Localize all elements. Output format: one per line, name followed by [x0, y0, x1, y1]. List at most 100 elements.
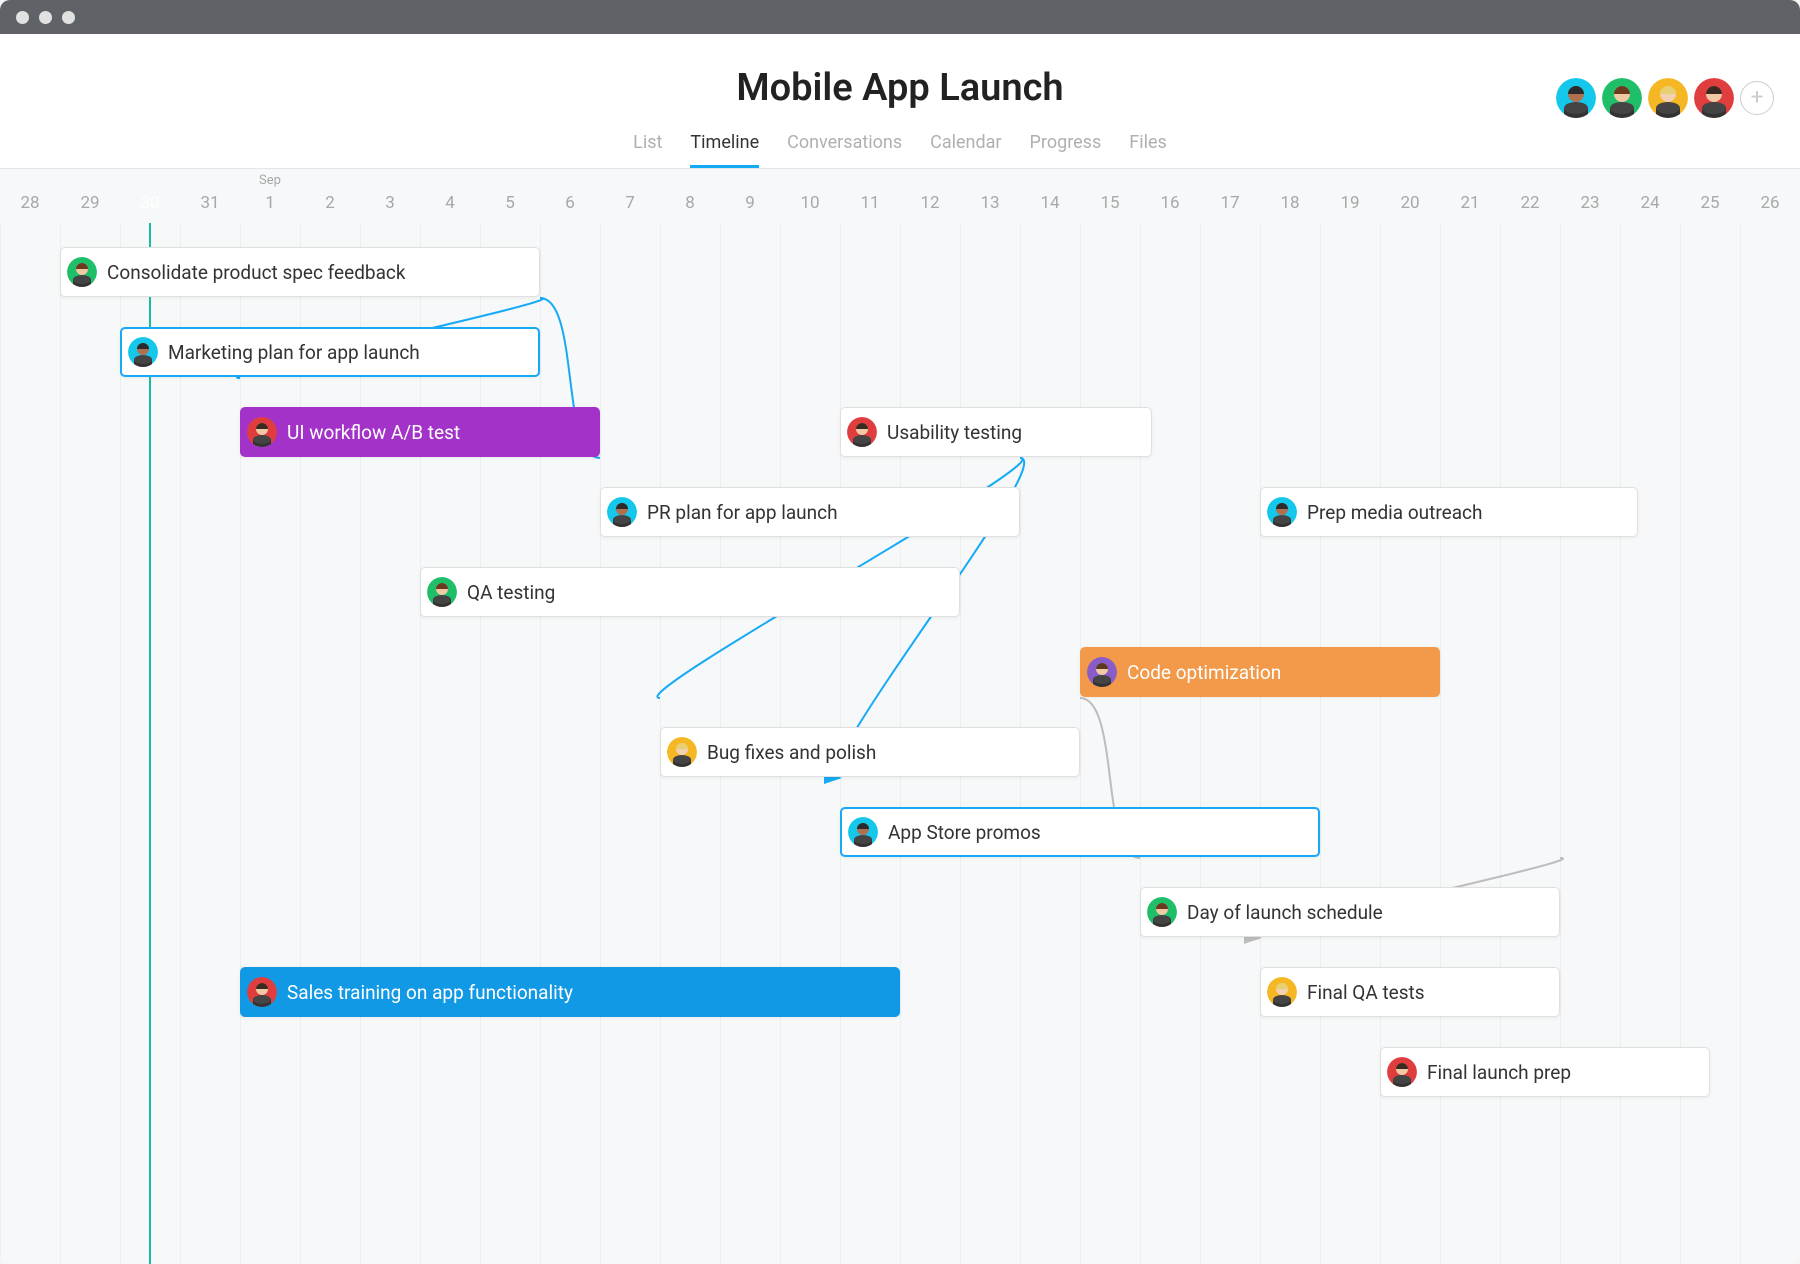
date-number: 26	[1760, 193, 1779, 213]
task-label: Marketing plan for app launch	[168, 341, 420, 364]
task-card[interactable]: Usability testing	[840, 407, 1152, 457]
task-label: QA testing	[467, 581, 555, 604]
date-number: 14	[1040, 193, 1059, 213]
date-number: 23	[1580, 193, 1599, 213]
project-members: +	[1556, 78, 1774, 118]
date-number: 13	[980, 193, 999, 213]
tab-progress[interactable]: Progress	[1030, 132, 1102, 168]
window-maximize-icon[interactable]	[62, 11, 75, 24]
date-number: 22	[1520, 193, 1539, 213]
date-number: 11	[860, 193, 879, 213]
date-column: 8	[660, 169, 720, 223]
date-number: 16	[1160, 193, 1179, 213]
member-avatar[interactable]	[1602, 78, 1642, 118]
assignee-avatar	[667, 737, 697, 767]
task-card[interactable]: Marketing plan for app launch	[120, 327, 540, 377]
date-column: 30	[120, 169, 180, 223]
date-column: 10	[780, 169, 840, 223]
date-number: 9	[745, 193, 755, 213]
date-number: 29	[80, 193, 99, 213]
date-number: 3	[385, 193, 395, 213]
task-card[interactable]: Day of launch schedule	[1140, 887, 1560, 937]
date-column: 16	[1140, 169, 1200, 223]
date-number: 1	[265, 193, 275, 213]
tab-files[interactable]: Files	[1129, 132, 1167, 168]
date-column: 14	[1020, 169, 1080, 223]
date-column: 15	[1080, 169, 1140, 223]
tab-conversations[interactable]: Conversations	[787, 132, 902, 168]
date-number: 18	[1280, 193, 1299, 213]
task-card[interactable]: Final QA tests	[1260, 967, 1560, 1017]
task-card[interactable]: Code optimization	[1080, 647, 1440, 697]
date-number: 6	[565, 193, 575, 213]
window-minimize-icon[interactable]	[39, 11, 52, 24]
date-column: 31	[180, 169, 240, 223]
task-label: Final QA tests	[1307, 981, 1425, 1004]
date-number: 30	[140, 193, 159, 213]
date-number: 10	[800, 193, 819, 213]
member-avatar[interactable]	[1556, 78, 1596, 118]
timeline-date-header: 28293031Sep12345678910111213141516171819…	[0, 169, 1800, 223]
timeline-view[interactable]: 28293031Sep12345678910111213141516171819…	[0, 169, 1800, 1264]
date-column: 4	[420, 169, 480, 223]
project-title: Mobile App Launch	[0, 66, 1800, 110]
date-number: 5	[505, 193, 515, 213]
task-label: PR plan for app launch	[647, 501, 838, 524]
date-column: 18	[1260, 169, 1320, 223]
assignee-avatar	[247, 977, 277, 1007]
task-card[interactable]: QA testing	[420, 567, 960, 617]
window-close-icon[interactable]	[16, 11, 29, 24]
date-column: 2	[300, 169, 360, 223]
view-tabs: List Timeline Conversations Calendar Progres…	[0, 132, 1800, 168]
task-label: App Store promos	[888, 821, 1041, 844]
date-number: 7	[625, 193, 635, 213]
date-column: 17	[1200, 169, 1260, 223]
task-card[interactable]: UI workflow A/B test	[240, 407, 600, 457]
date-column: 26	[1740, 169, 1800, 223]
task-label: Sales training on app functionality	[287, 981, 573, 1004]
date-column: 11	[840, 169, 900, 223]
task-card[interactable]: Sales training on app functionality	[240, 967, 900, 1017]
date-column: 25	[1680, 169, 1740, 223]
task-card[interactable]: Bug fixes and polish	[660, 727, 1080, 777]
task-card[interactable]: Final launch prep	[1380, 1047, 1710, 1097]
tab-timeline[interactable]: Timeline	[690, 132, 759, 168]
timeline-tasks: Consolidate product spec feedback Marketi…	[0, 223, 1800, 1264]
date-column: 20	[1380, 169, 1440, 223]
date-number: 20	[1400, 193, 1419, 213]
date-number: 12	[920, 193, 939, 213]
date-number: 31	[200, 193, 219, 213]
date-column: 13	[960, 169, 1020, 223]
assignee-avatar	[607, 497, 637, 527]
app-window: Mobile App Launch + List Timeline Conversa…	[0, 0, 1800, 1264]
task-label: Bug fixes and polish	[707, 741, 876, 764]
task-card[interactable]: Consolidate product spec feedback	[60, 247, 540, 297]
date-column: 3	[360, 169, 420, 223]
task-label: Consolidate product spec feedback	[107, 261, 406, 284]
date-number: 24	[1640, 193, 1659, 213]
assignee-avatar	[1387, 1057, 1417, 1087]
tab-calendar[interactable]: Calendar	[930, 132, 1001, 168]
date-column: 21	[1440, 169, 1500, 223]
date-number: 17	[1220, 193, 1239, 213]
month-label: Sep	[259, 173, 281, 188]
date-column: 5	[480, 169, 540, 223]
task-label: Usability testing	[887, 421, 1022, 444]
assignee-avatar	[848, 817, 878, 847]
project-header: Mobile App Launch + List Timeline Conversa…	[0, 34, 1800, 169]
assignee-avatar	[67, 257, 97, 287]
assignee-avatar	[128, 337, 158, 367]
task-card[interactable]: App Store promos	[840, 807, 1320, 857]
task-card[interactable]: Prep media outreach	[1260, 487, 1638, 537]
assignee-avatar	[1147, 897, 1177, 927]
member-avatar[interactable]	[1648, 78, 1688, 118]
task-label: UI workflow A/B test	[287, 421, 460, 444]
member-avatar[interactable]	[1694, 78, 1734, 118]
assignee-avatar	[427, 577, 457, 607]
add-member-button[interactable]: +	[1740, 81, 1774, 115]
date-number: 25	[1700, 193, 1719, 213]
date-column: 19	[1320, 169, 1380, 223]
task-card[interactable]: PR plan for app launch	[600, 487, 1020, 537]
tab-list[interactable]: List	[633, 132, 662, 168]
assignee-avatar	[1267, 977, 1297, 1007]
